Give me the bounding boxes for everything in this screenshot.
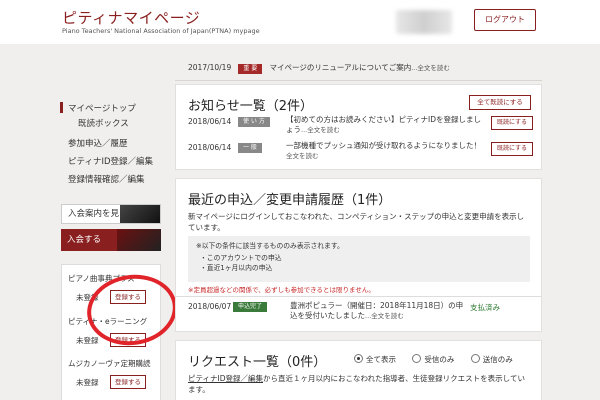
register-button[interactable]: 登録する — [110, 375, 146, 389]
mark-read-button[interactable]: 既読にする — [491, 116, 533, 130]
join-banner-image — [117, 229, 161, 251]
sidebar-item-mypage-top[interactable]: マイページトップ — [68, 102, 136, 114]
join-label: 入会する — [67, 235, 102, 245]
sub-status: 未登録 — [76, 378, 99, 387]
application-text: 豊洲ポピュラー（開催日：2018年11月18日）の申込を受付いたしました...全… — [290, 301, 465, 321]
radio-received-only[interactable]: 受信のみ — [412, 354, 454, 365]
news-panel: お知らせ一覧（2件） 全て既読にする 2018/06/14 使 い 方 【初めて… — [175, 84, 542, 170]
active-indicator — [60, 102, 63, 113]
sidebar: マイページトップ 既読ボックス 参加申込／履歴 ピティナID登録／編集 登録情報… — [58, 44, 168, 400]
sidebar-item-ptna-id[interactable]: ピティナID登録／編集 — [68, 155, 153, 167]
divider — [176, 296, 541, 297]
requests-description: ピティナID登録／編集から直近１ヶ月以内におこなわれた指導者、生徒登録リクエスト… — [188, 373, 528, 395]
radio-label: 送信のみ — [482, 355, 513, 364]
divider — [175, 80, 542, 81]
applications-panel: 最近の申込／変更申請履歴（1件） 新マイページにログインしておこなわれた、コンペ… — [175, 178, 542, 332]
radio-selected-icon — [354, 354, 363, 363]
radio-show-all[interactable]: 全て表示 — [354, 354, 396, 365]
news-date: 2018/06/14 — [188, 117, 232, 126]
app-title[interactable]: ピティナマイページ — [62, 7, 200, 28]
radio-icon — [412, 354, 422, 363]
requests-title: リクエスト一覧（0件） — [188, 355, 327, 370]
join-button[interactable]: 入会する — [61, 229, 161, 251]
news-text-content: 一部機種でプッシュ通知が受け取れるようになりました！ — [286, 141, 481, 150]
ptna-id-link[interactable]: ピティナID登録／編集 — [188, 374, 263, 383]
mark-read-button[interactable]: 既読にする — [491, 142, 533, 156]
news-title: お知らせ一覧（2件） — [188, 99, 314, 114]
list-item[interactable]: 2018/06/14 使 い 方 【初めての方はお読みください】ピティナIDを登… — [188, 115, 533, 139]
read-more-link[interactable]: ...全文を読む — [411, 64, 450, 72]
app-subtitle: Piano Teachers' National Association of … — [62, 27, 260, 35]
sub-status: 未登録 — [76, 336, 99, 345]
note-item: ・このアカウントでの申込 — [200, 254, 282, 262]
applications-description: 新マイページにログインしておこなわれた、コンペティション・ステップの申込と変更申… — [188, 212, 525, 232]
request-filter: 全て表示 受信のみ 送信のみ — [354, 354, 527, 365]
header: ピティナマイページ Piano Teachers' National Assoc… — [0, 0, 600, 44]
news-text: 【初めての方はお読みください】ピティナIDを登録しましょう...全文を読む — [286, 115, 486, 135]
applications-title: 最近の申込／変更申請履歴（1件） — [188, 193, 392, 208]
application-date: 2018/06/07 — [188, 302, 232, 311]
application-complete-badge: 申込完了 — [233, 302, 268, 312]
mark-all-read-button[interactable]: 全て既読にする — [469, 95, 531, 110]
membership-guide-label: 入会案内を見る — [68, 209, 128, 219]
read-more-link[interactable]: ...全文を読む — [365, 312, 404, 320]
important-notice[interactable]: 2017/10/19 重 要 マイページのリニューアルについてご案内...全文を… — [188, 62, 450, 74]
usage-badge: 使 い 方 — [238, 117, 270, 127]
table-row[interactable]: 2018/06/07 申込完了 豊洲ポピュラー（開催日：2018年11月18日）… — [188, 301, 533, 323]
user-name-blurred — [396, 10, 452, 34]
conditions-note: ※以下の条件に該当するもののみ表示されます。 ・このアカウントでの申込 ・直近1… — [188, 236, 530, 282]
note-heading: ※以下の条件に該当するもののみ表示されます。 — [196, 242, 344, 250]
sidebar-item-applications[interactable]: 参加申込／履歴 — [68, 137, 128, 149]
guide-banner-image — [120, 205, 160, 223]
logout-button[interactable]: ログアウト — [474, 9, 536, 31]
membership-guide-button[interactable]: 入会案内を見る — [61, 204, 161, 224]
capacity-warning: ※定員超過などの関係で、必ずしも参加できるとは限りません。 — [188, 286, 375, 294]
read-more-link[interactable]: 全文を読む — [286, 152, 319, 160]
important-badge: 重 要 — [238, 64, 263, 74]
read-more-link[interactable]: ...全文を読む — [301, 126, 340, 134]
notice-date: 2017/10/19 — [188, 63, 232, 72]
sidebar-item-registration-info[interactable]: 登録情報確認／編集 — [68, 173, 145, 185]
news-text: 一部機種でプッシュ通知が受け取れるようになりました！ 全文を読む — [286, 141, 486, 161]
sub-title-musica-nova: ムジカノーヴァ定期購読 — [68, 359, 151, 368]
radio-label: 受信のみ — [424, 355, 455, 364]
news-date: 2018/06/14 — [188, 143, 232, 152]
requests-panel: リクエスト一覧（0件） 全て表示 受信のみ 送信のみ ピティナID登録／編集から… — [175, 340, 542, 400]
list-item[interactable]: 2018/06/14 一 般 一部機種でプッシュ通知が受け取れるようになりました… — [188, 141, 533, 165]
radio-label: 全て表示 — [366, 355, 396, 364]
radio-sent-only[interactable]: 送信のみ — [470, 354, 513, 365]
sidebar-item-read-box[interactable]: 既読ボックス — [78, 117, 129, 129]
notice-text: マイページのリニューアルについてご案内 — [269, 63, 412, 72]
payment-status: 支払済み — [470, 303, 500, 312]
note-item: ・直近1ヶ月以内の申込 — [200, 264, 273, 272]
general-badge: 一 般 — [238, 143, 262, 153]
radio-icon — [470, 354, 480, 363]
